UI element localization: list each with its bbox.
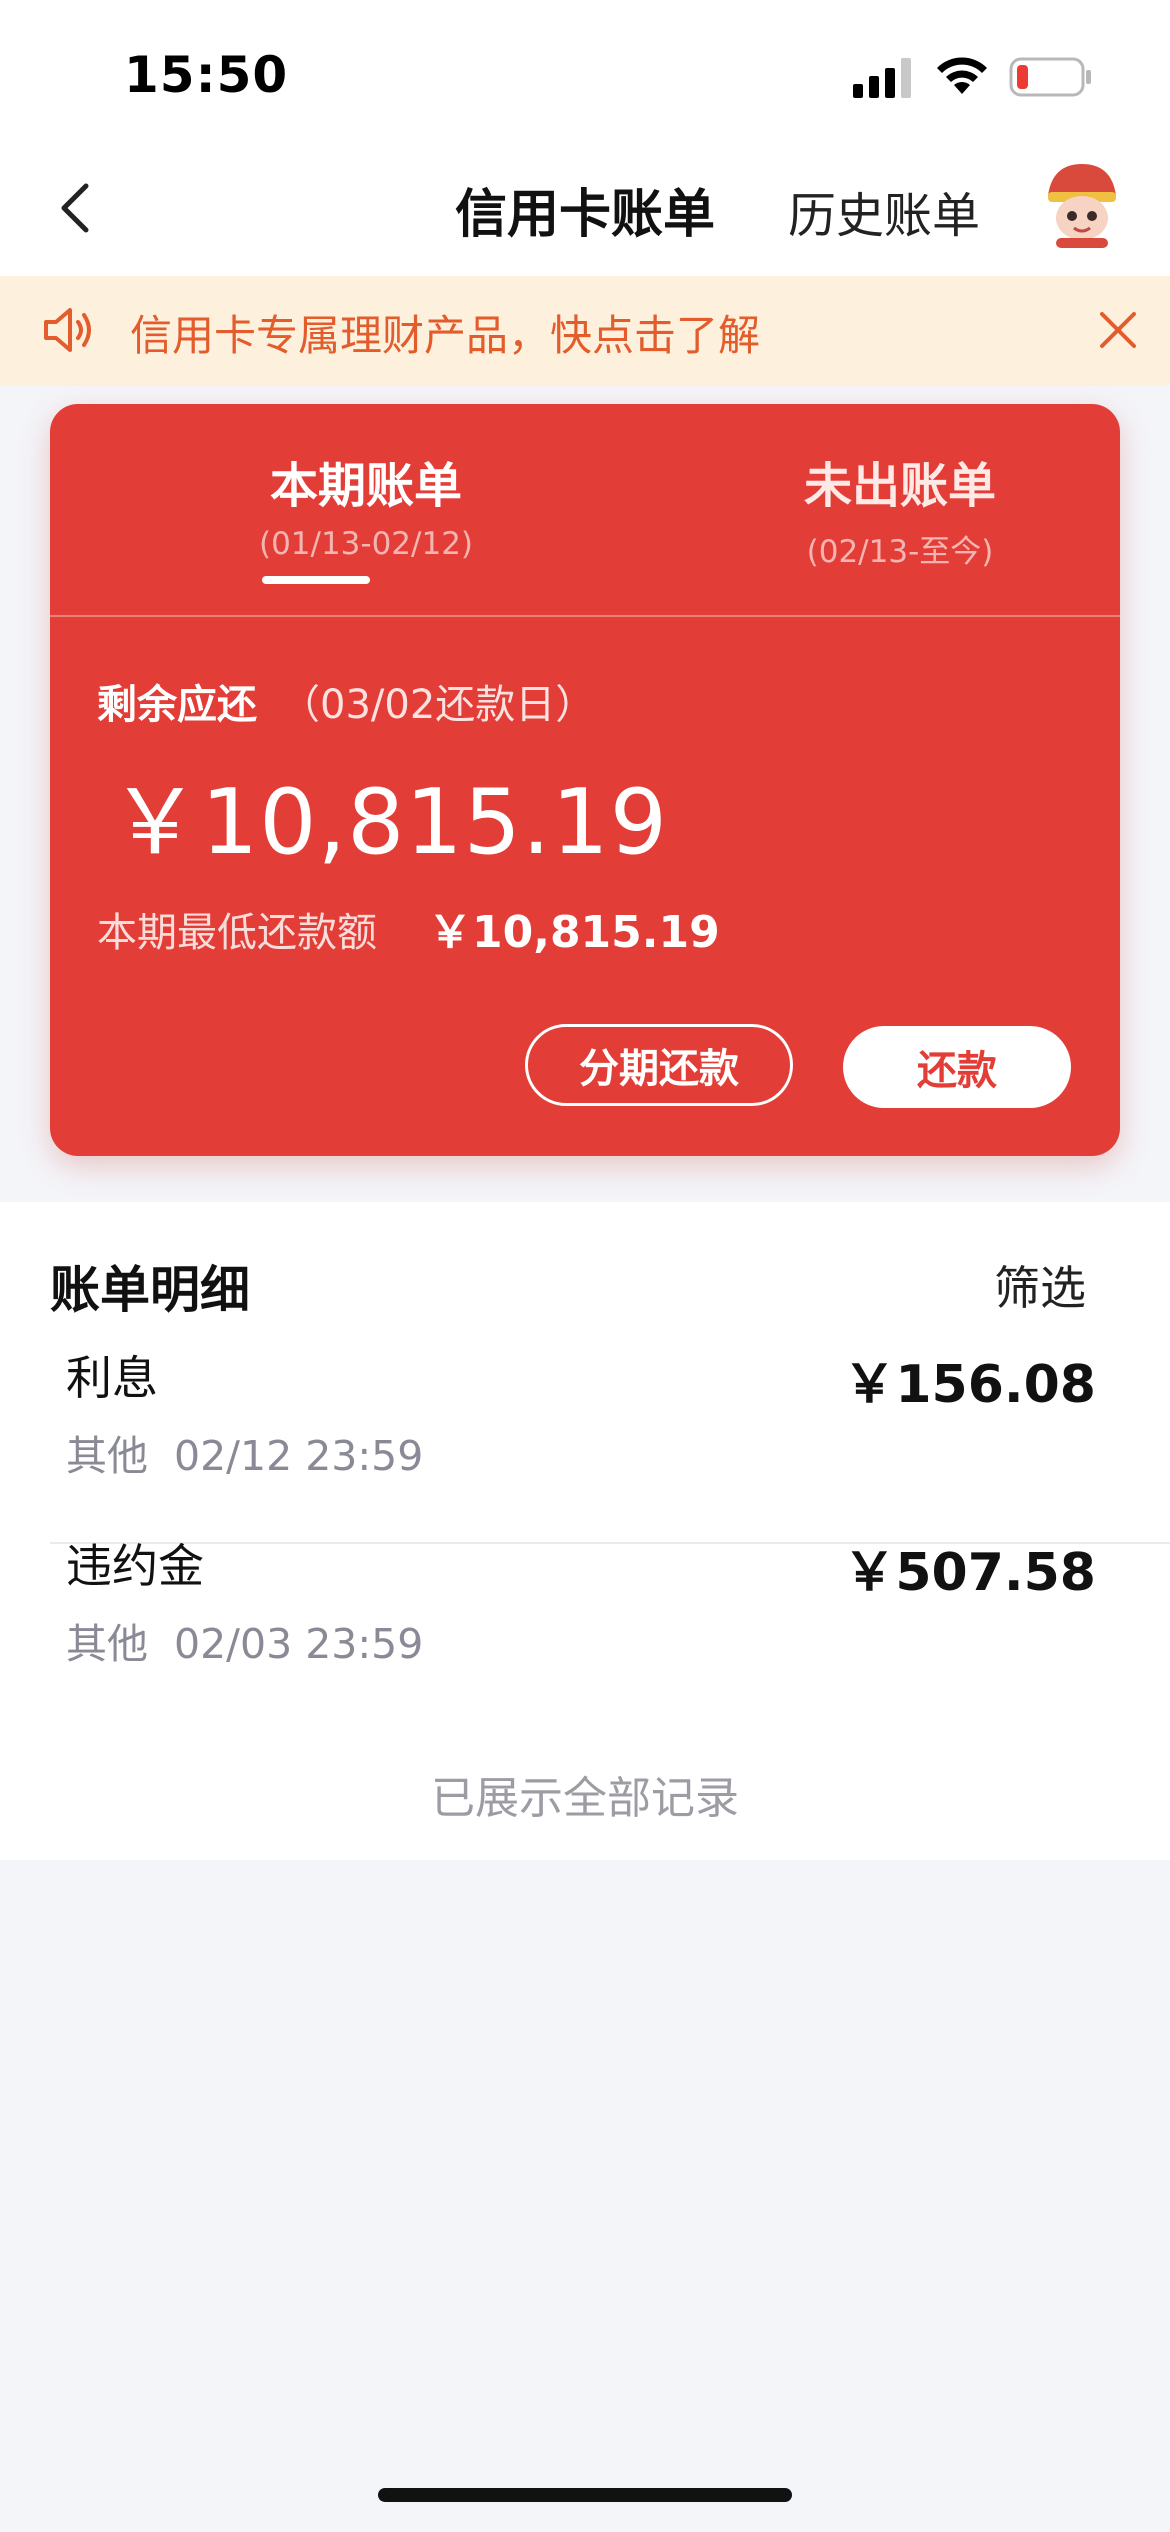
avatar[interactable] [1034, 156, 1130, 252]
tab-label: 未出账单 [803, 458, 996, 514]
status-time: 15:50 [124, 46, 289, 104]
bill-details: 账单明细 筛选 利息 其他 02/12 23:59 ￥156.08 违约金 其他 0… [0, 1202, 1170, 1860]
list-item[interactable]: 违约金 其他 02/03 23:59 ￥507.58 [0, 1530, 1170, 1716]
all-records-shown: 已展示全部记录 [431, 1773, 739, 1824]
filter-button[interactable]: 筛选 [994, 1252, 1086, 1318]
installment-button[interactable]: 分期还款 [525, 1024, 793, 1106]
item-time: 02/03 23:59 [174, 1620, 424, 1668]
item-meta: 其他 02/12 23:59 [66, 1422, 423, 1482]
battery-icon [1009, 57, 1091, 97]
wifi-icon [937, 57, 987, 94]
notice-text: 信用卡专属理财产品，快点击了解 [130, 311, 761, 360]
tab-unbilled[interactable]: 未出账单 (02/13-至今) [690, 446, 1110, 571]
active-tab-indicator [262, 576, 370, 584]
remaining-amount: ￥10,815.19 [110, 770, 669, 875]
item-name: 利息 [66, 1351, 158, 1405]
item-category: 其他 [66, 1620, 148, 1668]
tab-label: 本期账单 [269, 458, 462, 514]
signal-icon [853, 58, 911, 98]
home-indicator [378, 2488, 792, 2502]
min-payment-label: 本期最低还款额 [97, 910, 377, 956]
item-category: 其他 [66, 1432, 148, 1480]
item-time: 02/12 23:59 [174, 1432, 424, 1480]
due-date: （03/02还款日） [280, 682, 596, 728]
item-amount: ￥507.58 [843, 1543, 1096, 1603]
min-payment-amount: ￥10,815.19 [428, 907, 720, 958]
nav-bar: 信用卡账单 历史账单 [0, 140, 1170, 276]
tab-range: (01/13-02/12) [258, 526, 474, 562]
speaker-icon [44, 308, 91, 352]
divider [50, 615, 1120, 617]
page-title: 信用卡账单 [454, 185, 715, 245]
item-name: 违约金 [66, 1539, 204, 1593]
repay-button[interactable]: 还款 [843, 1026, 1071, 1108]
bill-card: 本期账单 (01/13-02/12) 未出账单 (02/13-至今) 剩余应还 … [50, 404, 1120, 1156]
item-amount: ￥156.08 [843, 1355, 1096, 1415]
tab-range: (02/13-至今) [806, 534, 994, 570]
item-meta: 其他 02/03 23:59 [66, 1610, 423, 1670]
promo-notice[interactable]: 信用卡专属理财产品，快点击了解 [0, 276, 1170, 386]
close-icon[interactable] [1096, 308, 1140, 352]
remaining-label: 剩余应还 [97, 682, 257, 728]
list-item[interactable]: 利息 其他 02/12 23:59 ￥156.08 [0, 1342, 1170, 1528]
status-bar: 15:50 [0, 0, 1170, 140]
details-title: 账单明细 [50, 1261, 250, 1319]
history-bills-link[interactable]: 历史账单 [788, 176, 980, 246]
tab-current-bill[interactable]: 本期账单 (01/13-02/12) [156, 446, 576, 562]
